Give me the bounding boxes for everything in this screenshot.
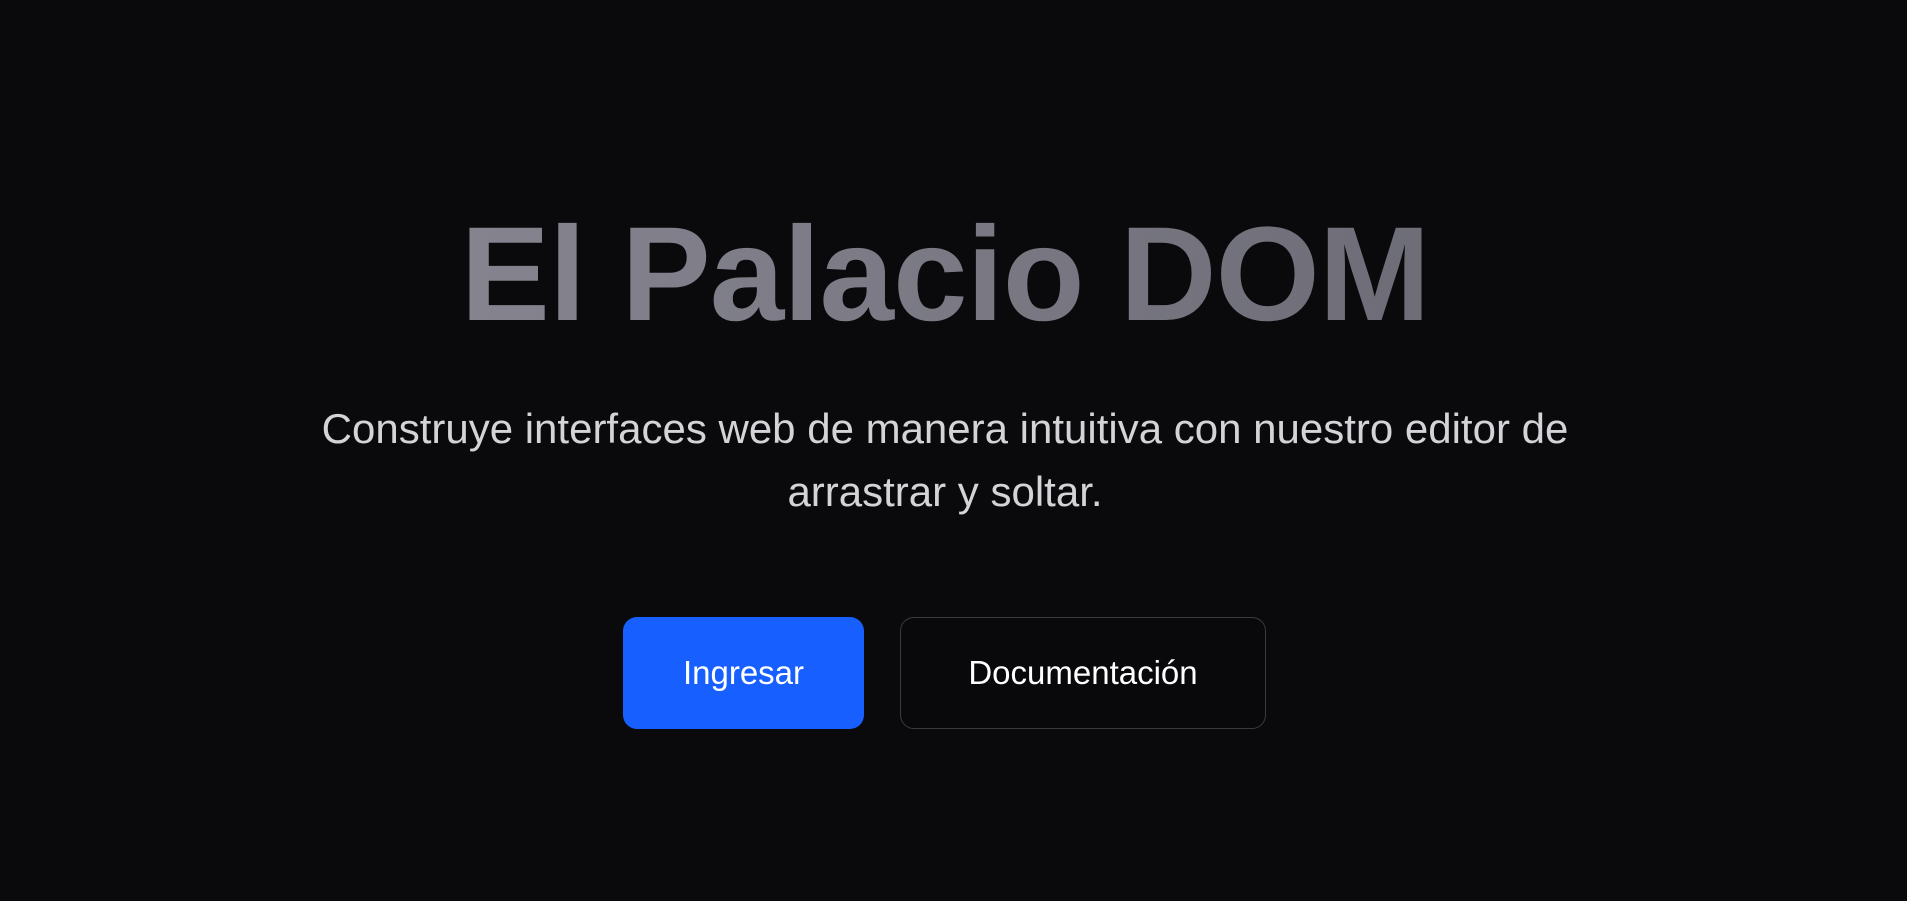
hero-actions: Ingresar Documentación xyxy=(623,617,1266,729)
hero-title: El Palacio DOM xyxy=(0,195,1890,355)
login-button[interactable]: Ingresar xyxy=(623,617,864,729)
landing-page: El Palacio DOM Construye interfaces web … xyxy=(0,0,1907,901)
hero-section: El Palacio DOM Construye interfaces web … xyxy=(0,0,1907,901)
documentation-button[interactable]: Documentación xyxy=(900,617,1266,729)
hero-subtitle: Construye interfaces web de manera intui… xyxy=(321,405,1569,515)
